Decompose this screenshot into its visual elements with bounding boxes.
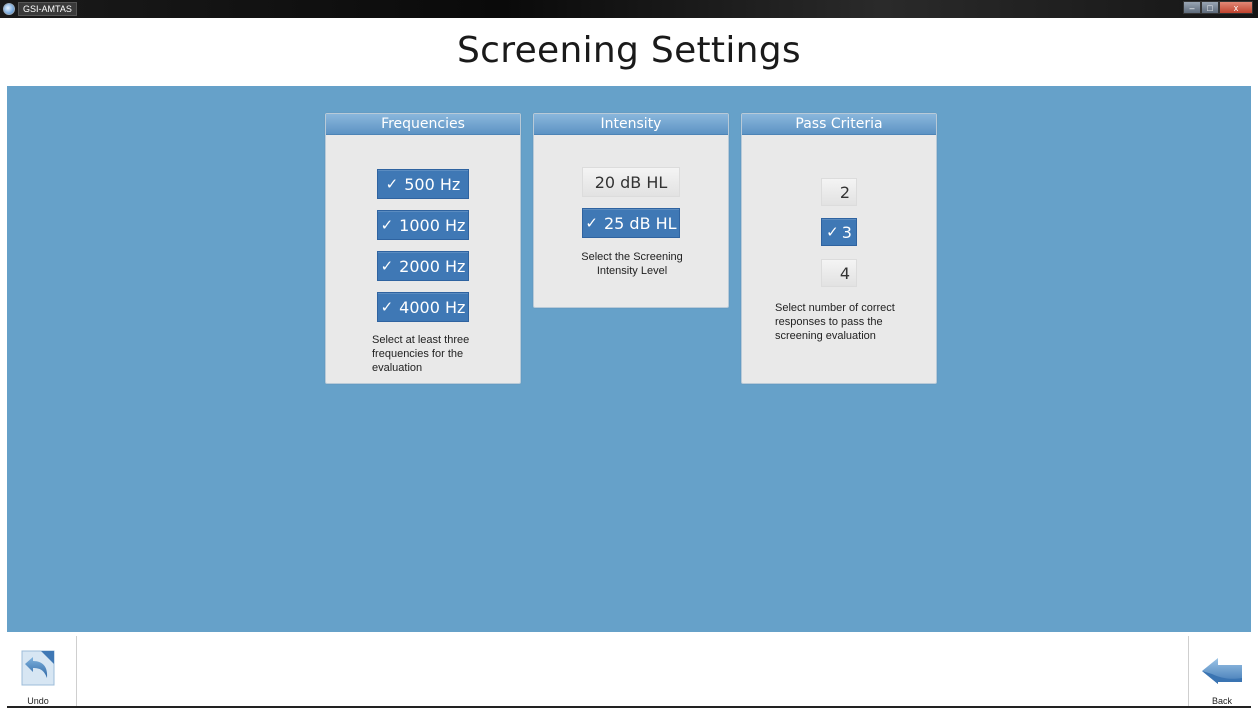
intensity-hint-line: Select the Screening — [581, 251, 683, 263]
page-title: Screening Settings — [457, 30, 801, 71]
maximize-button[interactable]: □ — [1201, 1, 1219, 14]
frequencies-hint-line: Select at least three — [372, 334, 470, 346]
frequency-2000-hz-label: 2000 Hz — [399, 256, 466, 276]
footer-divider — [76, 636, 77, 707]
frequencies-panel-header: Frequencies — [326, 114, 520, 135]
minimize-button[interactable]: – — [1183, 1, 1201, 14]
intensity-25-db-toggle[interactable]: ✓ 25 dB HL — [582, 208, 680, 238]
frequency-4000-hz-label: 4000 Hz — [399, 297, 466, 317]
footer-divider — [1188, 636, 1189, 707]
window-controls: – □ x — [1183, 1, 1253, 14]
check-icon: ✓ — [385, 175, 399, 193]
window-app-badge: GSI-AMTAS — [3, 1, 77, 17]
frequencies-panel: Frequencies ✓ 500 Hz ✓ 1000 Hz ✓ 2000 Hz… — [325, 113, 521, 384]
back-button[interactable]: Back — [1194, 640, 1250, 706]
back-arrow-icon — [1202, 658, 1242, 684]
pass-criteria-4-toggle[interactable]: 4 — [821, 259, 857, 287]
pass-criteria-4-label: 4 — [839, 263, 850, 283]
close-button[interactable]: x — [1219, 1, 1253, 14]
app-icon — [3, 3, 15, 15]
back-label: Back — [1211, 696, 1232, 706]
frequency-1000-hz-label: 1000 Hz — [399, 215, 466, 235]
intensity-20-db-toggle[interactable]: 20 dB HL — [582, 167, 680, 197]
page-header: Screening Settings — [0, 18, 1258, 86]
pass-criteria-2-label: 2 — [839, 182, 850, 202]
pass-criteria-2-toggle[interactable]: 2 — [821, 178, 857, 206]
footer-toolbar: Undo Back — [0, 632, 1258, 709]
frequency-1000-hz-toggle[interactable]: ✓ 1000 Hz — [377, 210, 469, 240]
intensity-panel: Intensity 20 dB HL ✓ 25 dB HL Select the… — [533, 113, 729, 308]
frequencies-hint: Select at least three frequencies for th… — [372, 333, 512, 375]
pass-criteria-panel-header: Pass Criteria — [742, 114, 936, 135]
undo-button[interactable]: Undo — [10, 640, 66, 706]
window-title-bar: GSI-AMTAS – □ x — [0, 0, 1258, 18]
window-title: GSI-AMTAS — [18, 2, 77, 16]
pass-criteria-3-toggle[interactable]: ✓ 3 — [821, 218, 857, 246]
pass-criteria-hint-line: Select number of correct — [775, 302, 895, 314]
frequency-500-hz-label: 500 Hz — [404, 174, 461, 194]
bottom-border — [7, 706, 1251, 708]
check-icon: ✓ — [826, 223, 839, 241]
undo-label: Undo — [27, 696, 49, 706]
intensity-25-db-label: 25 dB HL — [603, 213, 677, 233]
pass-criteria-3-label: 3 — [841, 222, 852, 242]
frequency-2000-hz-toggle[interactable]: ✓ 2000 Hz — [377, 251, 469, 281]
settings-area: Frequencies ✓ 500 Hz ✓ 1000 Hz ✓ 2000 Hz… — [7, 86, 1251, 632]
intensity-20-db-label: 20 dB HL — [594, 172, 668, 192]
intensity-panel-header: Intensity — [534, 114, 728, 135]
check-icon: ✓ — [380, 257, 394, 275]
intensity-hint: Select the Screening Intensity Level — [552, 250, 712, 278]
undo-icon — [21, 650, 55, 686]
pass-criteria-hint-line: responses to pass the — [775, 316, 883, 328]
frequency-4000-hz-toggle[interactable]: ✓ 4000 Hz — [377, 292, 469, 322]
pass-criteria-hint-line: screening evaluation — [775, 330, 876, 342]
pass-criteria-panel: Pass Criteria 2 ✓ 3 4 Select number of c… — [741, 113, 937, 384]
frequencies-hint-line: evaluation — [372, 362, 423, 374]
frequency-500-hz-toggle[interactable]: ✓ 500 Hz — [377, 169, 469, 199]
intensity-hint-line: Intensity Level — [596, 265, 668, 277]
check-icon: ✓ — [380, 298, 394, 316]
check-icon: ✓ — [585, 214, 598, 232]
check-icon: ✓ — [380, 216, 394, 234]
pass-criteria-hint: Select number of correct responses to pa… — [775, 301, 935, 343]
frequencies-hint-line: frequencies for the — [372, 348, 464, 360]
